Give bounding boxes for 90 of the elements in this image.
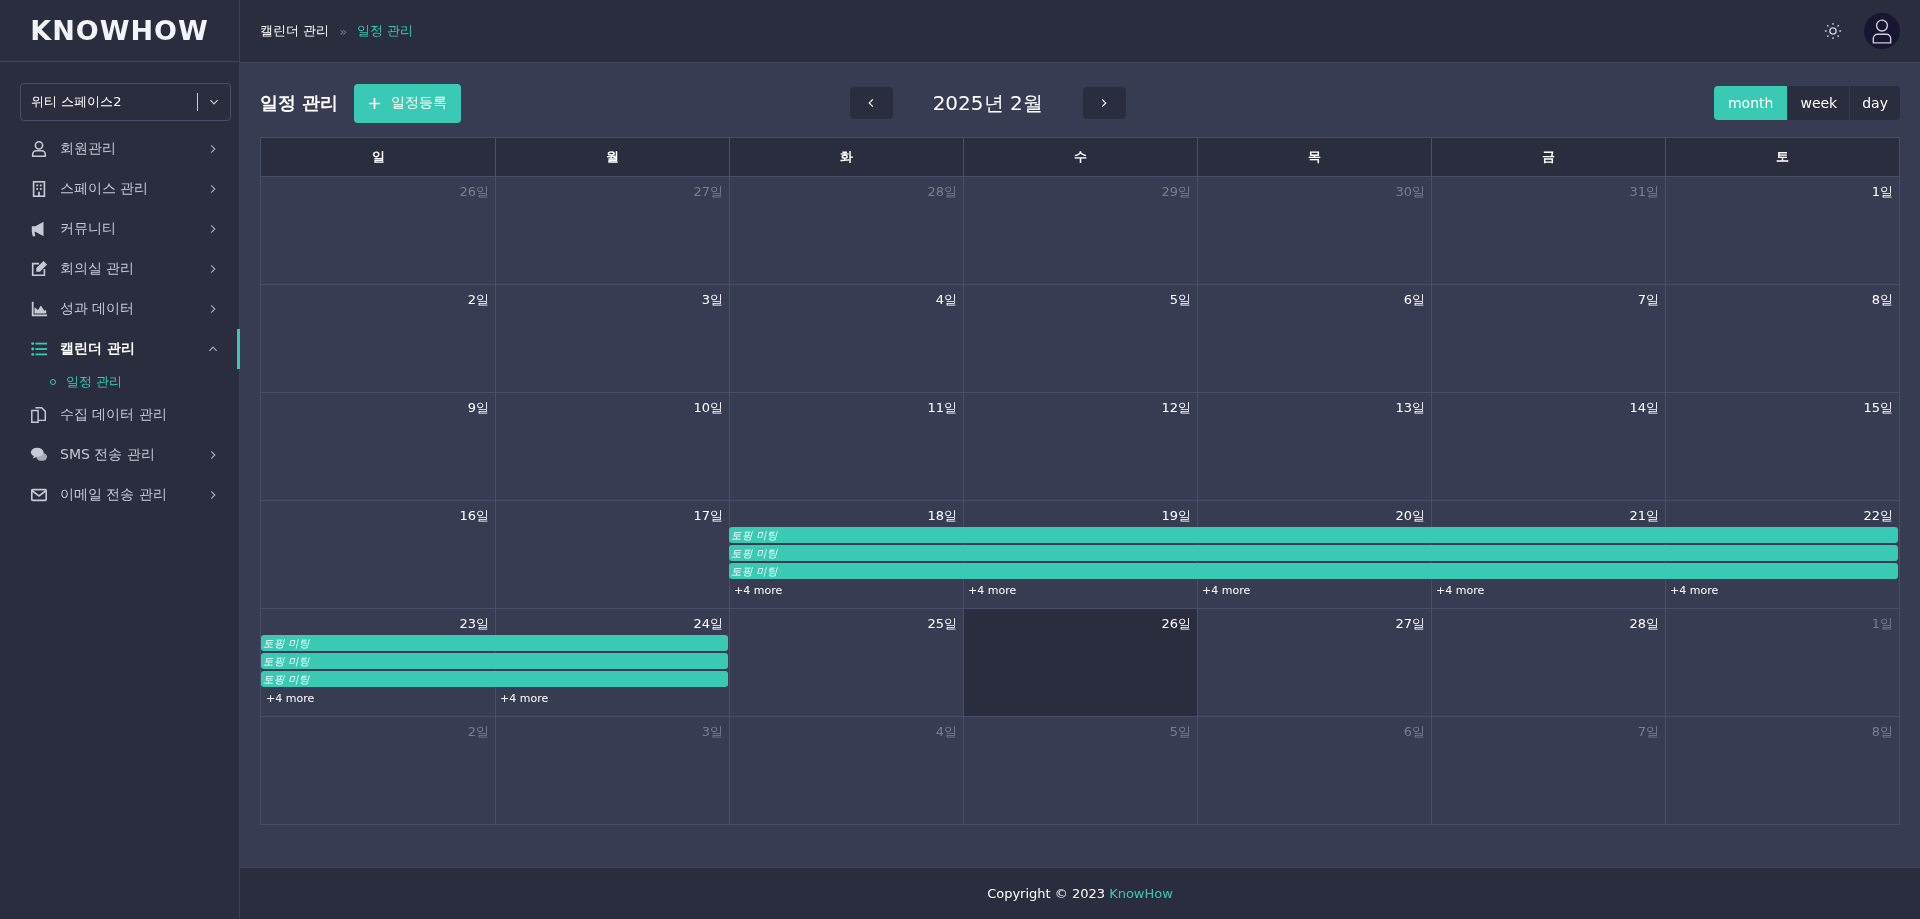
- view-tab[interactable]: day: [1849, 86, 1900, 120]
- weekday-header: 수: [963, 138, 1197, 176]
- day-number: 30일: [1395, 183, 1426, 201]
- plus-icon: [368, 96, 382, 110]
- user-icon: [30, 140, 48, 158]
- day-number: 27일: [1395, 615, 1426, 633]
- more-link[interactable]: +4 more: [1197, 581, 1251, 599]
- menu-item[interactable]: 캘린더 관리: [0, 329, 239, 369]
- submenu-item[interactable]: 일정 관리: [0, 369, 239, 395]
- day-number: 26일: [459, 183, 490, 201]
- more-link[interactable]: +4 more: [495, 689, 549, 707]
- day-number: 26일: [1161, 615, 1192, 633]
- menu-item[interactable]: 수집 데이터 관리: [0, 395, 239, 435]
- edit-icon: [30, 260, 48, 278]
- more-link[interactable]: +4 more: [1665, 581, 1719, 599]
- day-number: 29일: [1161, 183, 1192, 201]
- breadcrumb-separator: »: [339, 23, 348, 39]
- area-chart-icon: [30, 300, 48, 318]
- logo: KNOWHOW: [0, 0, 239, 62]
- knowhow-link[interactable]: KnowHow: [1109, 886, 1173, 901]
- day-number: 1일: [1871, 615, 1894, 633]
- menu-item[interactable]: 회원관리: [0, 129, 239, 169]
- day-number: 17일: [693, 507, 724, 525]
- list-icon: [30, 340, 48, 358]
- menu-item[interactable]: 스페이스 관리: [0, 169, 239, 209]
- workspace-select[interactable]: 위티 스페이스2: [20, 83, 231, 121]
- weekday-header: 금: [1431, 138, 1665, 176]
- weekday-header: 화: [729, 138, 963, 176]
- copyright-text: Copyright © 2023 KnowHow: [987, 886, 1173, 901]
- day-number: 11일: [927, 399, 958, 417]
- day-number: 3일: [701, 291, 724, 309]
- day-number: 27일: [693, 183, 724, 201]
- day-number: 18일: [927, 507, 958, 525]
- more-link[interactable]: +4 more: [729, 581, 783, 599]
- day-number: 22일: [1863, 507, 1894, 525]
- day-number: 20일: [1395, 507, 1426, 525]
- next-month-button[interactable]: [1082, 87, 1126, 119]
- sun-icon: [1824, 22, 1842, 40]
- menu-item[interactable]: 커뮤니티: [0, 209, 239, 249]
- day-number: 8일: [1871, 291, 1894, 309]
- day-number: 14일: [1629, 399, 1660, 417]
- more-link[interactable]: +4 more: [1431, 581, 1485, 599]
- day-number: 13일: [1395, 399, 1426, 417]
- day-number: 31일: [1629, 183, 1660, 201]
- menu-item[interactable]: 성과 데이터: [0, 289, 239, 329]
- day-number: 28일: [1629, 615, 1660, 633]
- day-number: 15일: [1863, 399, 1894, 417]
- day-number: 9일: [467, 399, 490, 417]
- day-number: 24일: [693, 615, 724, 633]
- day-number: 6일: [1403, 291, 1426, 309]
- day-number: 25일: [927, 615, 958, 633]
- day-number: 2일: [467, 723, 490, 741]
- menu-item[interactable]: 이메일 전송 관리: [0, 475, 239, 515]
- weekday-header: 일: [370, 148, 386, 166]
- chat-bubbles-icon: [30, 446, 48, 464]
- building-icon: [30, 180, 48, 198]
- day-number: 5일: [1169, 723, 1192, 741]
- day-number: 5일: [1169, 291, 1192, 309]
- documents-icon: [30, 406, 48, 424]
- day-number: 19일: [1161, 507, 1192, 525]
- month-label: 2025년 2월: [932, 89, 1043, 117]
- view-tab[interactable]: week: [1787, 86, 1850, 120]
- day-number: 16일: [459, 507, 490, 525]
- avatar[interactable]: [1864, 13, 1900, 49]
- day-number: 23일: [459, 615, 490, 633]
- breadcrumb-item[interactable]: 캘린더 관리: [260, 22, 330, 40]
- day-number: 7일: [1637, 723, 1660, 741]
- day-number: 7일: [1637, 291, 1660, 309]
- previous-month-button[interactable]: [849, 87, 893, 119]
- day-number: 1일: [1871, 183, 1894, 201]
- day-number: 4일: [935, 723, 958, 741]
- more-link[interactable]: +4 more: [963, 581, 1017, 599]
- day-number: 6일: [1403, 723, 1426, 741]
- envelope-icon: [30, 486, 48, 504]
- breadcrumb-item: 일정 관리: [357, 22, 414, 40]
- page-title: 일정 관리: [260, 91, 339, 115]
- day-number: 10일: [693, 399, 724, 417]
- day-number: 4일: [935, 291, 958, 309]
- weekday-header: 월: [495, 138, 729, 176]
- day-number: 12일: [1161, 399, 1192, 417]
- weekday-header: 목: [1197, 138, 1431, 176]
- day-number: 21일: [1629, 507, 1660, 525]
- menu-item[interactable]: 회의실 관리: [0, 249, 239, 289]
- weekday-header: 토: [1665, 138, 1899, 176]
- day-number: 2일: [467, 291, 490, 309]
- day-number: 28일: [927, 183, 958, 201]
- more-link[interactable]: +4 more: [261, 689, 315, 707]
- day-number: 8일: [1871, 723, 1894, 741]
- menu-item[interactable]: SMS 전송 관리: [0, 435, 239, 475]
- day-number: 3일: [701, 723, 724, 741]
